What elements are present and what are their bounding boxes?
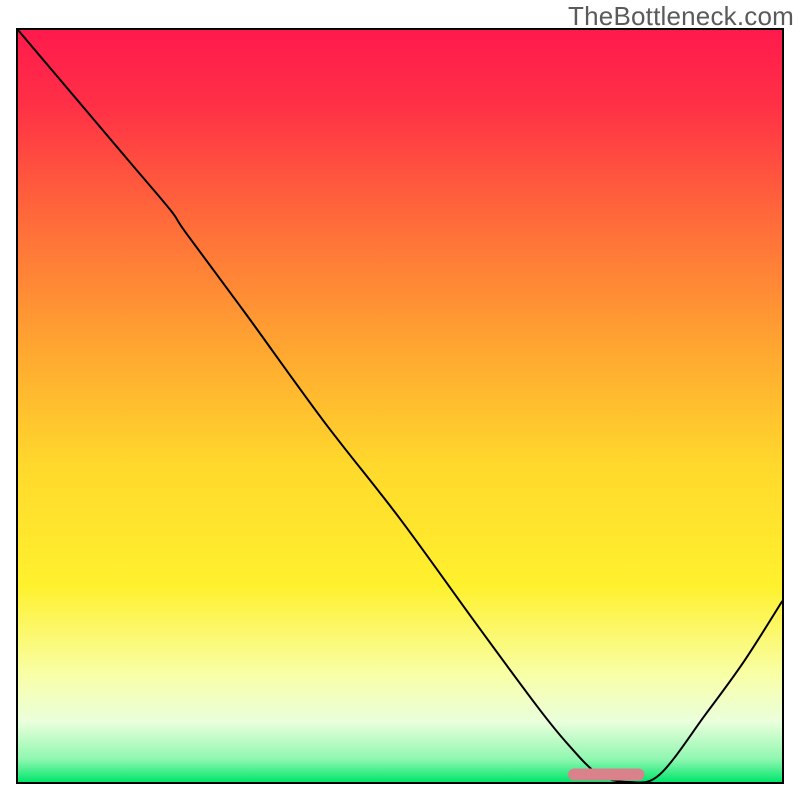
plot-area bbox=[16, 28, 784, 784]
optimal-zone-marker bbox=[568, 768, 644, 780]
curve-layer bbox=[18, 30, 782, 782]
chart-frame: TheBottleneck.com bbox=[0, 0, 800, 800]
watermark-text: TheBottleneck.com bbox=[568, 1, 794, 32]
bottleneck-curve bbox=[18, 30, 782, 782]
